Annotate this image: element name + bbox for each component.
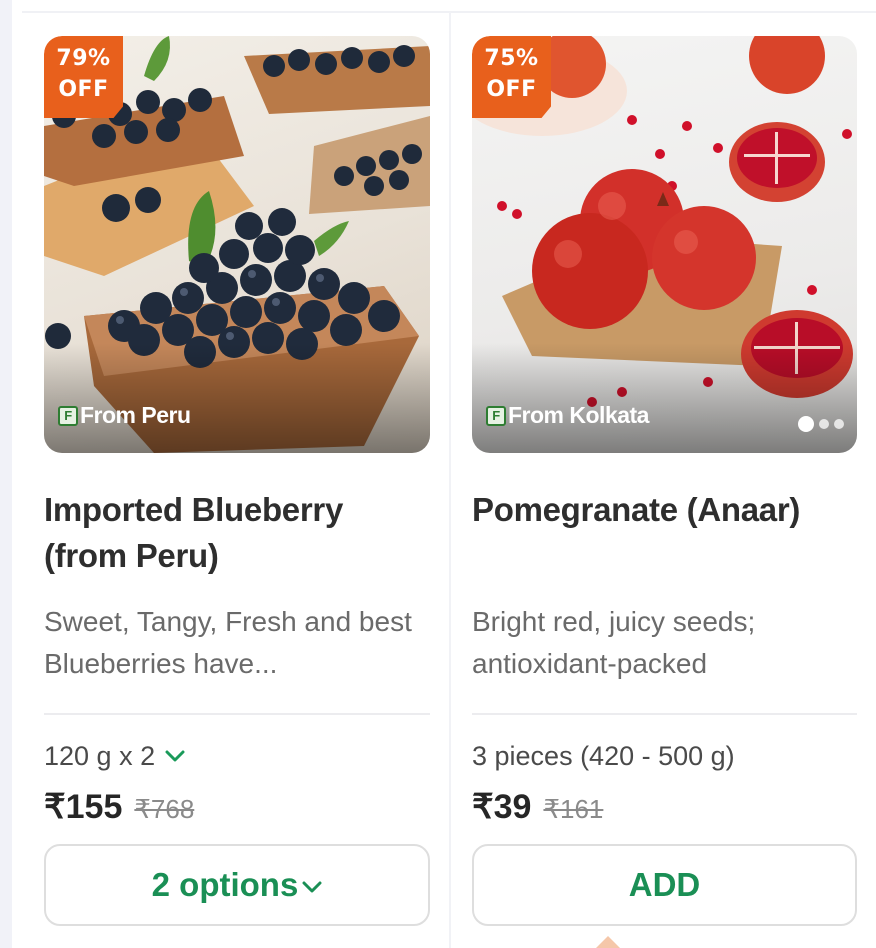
product-image[interactable]: 79% OFF F From Peru [44, 36, 430, 453]
origin-tag: F From Peru [58, 402, 191, 429]
mrp-price: ₹161 [543, 794, 604, 824]
product-title[interactable]: Pomegranate (Anaar) [472, 487, 857, 579]
discount-badge: 75% OFF [472, 36, 551, 118]
carousel-dots[interactable] [798, 416, 844, 432]
origin-label: From Kolkata [508, 402, 649, 428]
column-divider [449, 12, 451, 948]
product-card-blueberry[interactable]: 79% OFF F From Peru Imported Blueberry (… [44, 36, 430, 926]
offer-tag-peek [596, 936, 620, 948]
quantity-selector[interactable]: 120 g x 2 [44, 739, 430, 773]
image-gradient [44, 343, 430, 453]
price-row: ₹155 ₹768 [44, 787, 430, 829]
quantity-label: 3 pieces (420 - 500 g) [472, 740, 735, 771]
product-card-pomegranate[interactable]: 75% OFF F From Kolkata Pomegranate (Anaa… [472, 36, 857, 926]
quantity-label: 120 g x 2 [44, 740, 156, 771]
discount-percent: 79% [56, 46, 111, 71]
mrp-price: ₹768 [134, 794, 195, 824]
discount-percent: 75% [484, 46, 539, 71]
product-image[interactable]: 75% OFF F From Kolkata [472, 36, 857, 453]
origin-label: From Peru [80, 402, 191, 428]
options-button[interactable]: 2 options [44, 844, 430, 926]
divider [44, 713, 430, 715]
left-rail [0, 0, 12, 948]
product-title[interactable]: Imported Blueberry (from Peru) [44, 487, 430, 579]
origin-flag-icon: F [486, 405, 506, 426]
origin-flag-icon: F [58, 405, 78, 426]
carousel-dot[interactable] [819, 419, 829, 429]
chevron-down-icon[interactable] [165, 743, 185, 769]
divider [472, 713, 857, 715]
add-to-cart-button[interactable]: ADD [472, 844, 857, 926]
origin-tag: F From Kolkata [486, 402, 649, 429]
discount-off-label: OFF [486, 77, 537, 102]
image-gradient [472, 343, 857, 453]
carousel-dot-active[interactable] [798, 416, 814, 432]
add-button-label: ADD [628, 866, 701, 903]
price-row: ₹39 ₹161 [472, 787, 857, 829]
discount-off-label: OFF [58, 77, 109, 102]
selling-price: ₹155 [44, 788, 123, 826]
chevron-down-icon [302, 870, 322, 901]
quantity-label-row: 3 pieces (420 - 500 g) [472, 739, 857, 773]
options-button-label: 2 options [151, 866, 299, 903]
product-description: Sweet, Tangy, Fresh and best Blueberries… [44, 606, 412, 679]
discount-badge: 79% OFF [44, 36, 123, 118]
selling-price: ₹39 [472, 788, 532, 826]
carousel-dot[interactable] [834, 419, 844, 429]
product-description: Bright red, juicy seeds; antioxidant-pac… [472, 606, 756, 679]
